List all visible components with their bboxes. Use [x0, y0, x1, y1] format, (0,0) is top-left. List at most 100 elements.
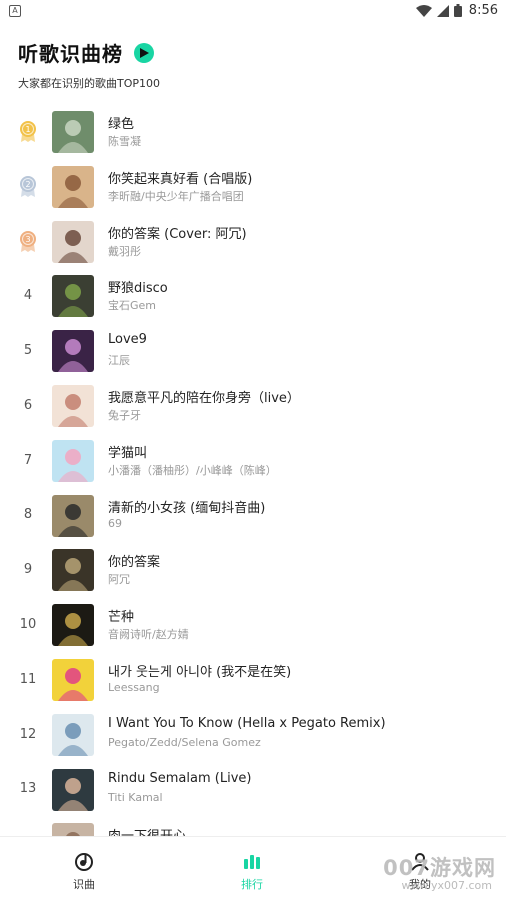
album-art-image — [52, 713, 94, 756]
album-art-image — [52, 768, 94, 811]
rank-medal: 2 — [14, 159, 42, 214]
song-title: 清新的小女孩 (缅甸抖音曲) — [108, 500, 266, 516]
album-cover — [52, 439, 94, 482]
song-row[interactable]: 3 你的答案 (Cover: 阿冗) 戴羽彤 — [0, 214, 506, 269]
music-note-icon — [75, 853, 93, 871]
rank-medal: 3 — [14, 214, 42, 269]
song-artist: Leessang — [108, 680, 160, 694]
song-title: 野狼disco — [108, 281, 168, 297]
watermark-main: 007游戏网 — [383, 856, 496, 880]
song-artist: 江辰 — [108, 354, 130, 368]
song-artist: 阿冗 — [108, 573, 130, 587]
album-art-image — [52, 111, 94, 153]
song-artist: 69 — [108, 516, 122, 530]
tab-ranking[interactable]: 排行 — [168, 837, 336, 900]
song-title: 学猫叫 — [108, 445, 148, 461]
song-artist: 陈雪凝 — [108, 135, 141, 148]
page-title: 听歌识曲榜 — [18, 42, 123, 66]
album-cover — [52, 275, 94, 318]
medal-icon: 3 — [20, 230, 36, 252]
song-row[interactable]: 13 Rindu Semalam (Live) Titi Kamal — [0, 762, 506, 817]
album-cover — [52, 658, 94, 701]
song-row[interactable]: 8 清新的小女孩 (缅甸抖音曲) 69 — [0, 488, 506, 543]
status-bar: A 8:56 — [0, 0, 506, 22]
song-row[interactable]: 2 你笑起来真好看 (合唱版) 李昕融/中央少年广播合唱团 — [0, 159, 506, 214]
song-artist: 宝石Gem — [108, 299, 157, 313]
play-all-button[interactable] — [134, 42, 155, 63]
tab-label: 排行 — [241, 878, 263, 891]
album-cover — [52, 330, 94, 373]
album-art-image — [52, 275, 94, 318]
rank-number: 3 — [25, 235, 30, 244]
song-title: 我愿意平凡的陪在你身旁（live） — [108, 390, 300, 406]
rank-number: 8 — [23, 507, 33, 523]
tab-label: 识曲 — [73, 878, 95, 891]
song-title: 你的答案 (Cover: 阿冗) — [108, 226, 247, 242]
song-artist: 戴羽彤 — [108, 244, 141, 258]
song-title: 绿色 — [108, 117, 135, 132]
rank-medal: 1 — [14, 104, 42, 159]
signal-icon — [436, 4, 449, 17]
album-art-image — [52, 330, 94, 373]
rank-number: 13 — [19, 781, 37, 797]
song-artist: 小潘潘（潘柚彤）/小峰峰（陈峰） — [108, 463, 277, 477]
song-title: 你笑起来真好看 (合唱版) — [108, 171, 253, 187]
song-title: 你的答案 — [108, 555, 161, 571]
song-artist: 兔子牙 — [108, 408, 141, 422]
bar-chart-icon — [244, 855, 260, 869]
notification-icon: A — [9, 5, 21, 17]
page-header: 听歌识曲榜 大家都在识别的歌曲TOP100 — [18, 38, 488, 91]
album-cover — [52, 549, 94, 592]
album-cover — [52, 384, 94, 427]
status-icons: 8:56 — [415, 3, 498, 18]
song-row[interactable]: 10 芒种音阙诗听/赵方婧 — [0, 597, 506, 652]
tab-recognize[interactable]: 识曲 — [0, 837, 168, 900]
song-artist: 李昕融/中央少年广播合唱团 — [108, 189, 244, 203]
rank-number: 7 — [23, 452, 33, 468]
watermark-url: www.yx007.com — [401, 879, 492, 892]
bottom-tab-bar: 识曲 排行 我的 007游戏网 www.yx007.com — [0, 836, 506, 900]
song-title: Rindu Semalam (Live) — [108, 770, 252, 786]
rank-number: 6 — [23, 397, 33, 413]
song-row[interactable]: 5 Love9 江辰 — [0, 323, 506, 378]
album-cover — [52, 165, 94, 208]
song-list: 1 绿色陈雪凝 2 你笑起来真好看 (合唱版) 李昕融/中央少年广播合唱团 3 你的答案 (… — [0, 104, 506, 871]
album-cover — [52, 111, 94, 153]
album-art-image — [52, 549, 94, 592]
song-row[interactable]: 9 你的答案阿冗 — [0, 542, 506, 597]
song-title: 芒种 — [108, 610, 135, 626]
battery-icon — [453, 4, 462, 17]
song-row[interactable]: 6 我愿意平凡的陪在你身旁（live） 兔子牙 — [0, 378, 506, 433]
rank-number: 2 — [25, 180, 30, 189]
song-row[interactable]: 11 내가 웃는게 아니야 (我不是在笑) Leessang — [0, 652, 506, 707]
album-art-image — [52, 220, 94, 263]
rank-number: 5 — [23, 343, 33, 359]
play-icon — [140, 47, 150, 58]
album-cover — [52, 494, 94, 537]
album-cover — [52, 768, 94, 811]
rank-number: 4 — [23, 288, 33, 304]
song-artist: Pegato/Zedd/Selena Gomez — [108, 735, 261, 749]
song-title: Love9 — [108, 332, 147, 348]
album-art-image — [52, 439, 94, 482]
medal-icon: 2 — [20, 176, 36, 198]
status-time: 8:56 — [468, 3, 498, 18]
song-artist: Titi Kamal — [108, 790, 163, 804]
rank-number: 1 — [25, 125, 30, 134]
album-art-image — [52, 384, 94, 427]
album-cover — [52, 220, 94, 263]
song-artist: 音阙诗听/赵方婧 — [108, 628, 189, 642]
album-art-image — [52, 604, 94, 647]
rank-number: 11 — [19, 671, 37, 687]
song-row[interactable]: 12 I Want You To Know (Hella x Pegato Rem… — [0, 707, 506, 762]
site-watermark: 007游戏网 www.yx007.com — [350, 850, 500, 896]
album-cover — [52, 713, 94, 756]
song-row[interactable]: 4 野狼disco 宝石Gem — [0, 268, 506, 323]
album-art-image — [52, 165, 94, 208]
song-title: 내가 웃는게 아니야 (我不是在笑) — [108, 664, 292, 680]
song-row[interactable]: 7 学猫叫小潘潘（潘柚彤）/小峰峰（陈峰） — [0, 433, 506, 488]
album-art-image — [52, 494, 94, 537]
rank-number: 9 — [23, 562, 33, 578]
rank-number: 10 — [19, 617, 37, 633]
song-row[interactable]: 1 绿色陈雪凝 — [0, 104, 506, 159]
